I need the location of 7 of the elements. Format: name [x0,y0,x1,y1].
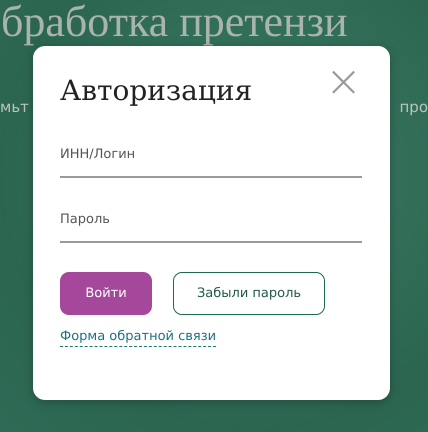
login-button[interactable]: Войти [60,272,152,315]
feedback-link[interactable]: Форма обратной связи [60,329,216,347]
page-heading: бработка претензи [1,0,348,44]
page-subtitle: мьт [0,98,29,116]
dialog-title: Авторизация [60,74,252,107]
page-subtitle: про [399,98,428,116]
forgot-password-button[interactable]: Забыли пароль [173,272,325,315]
